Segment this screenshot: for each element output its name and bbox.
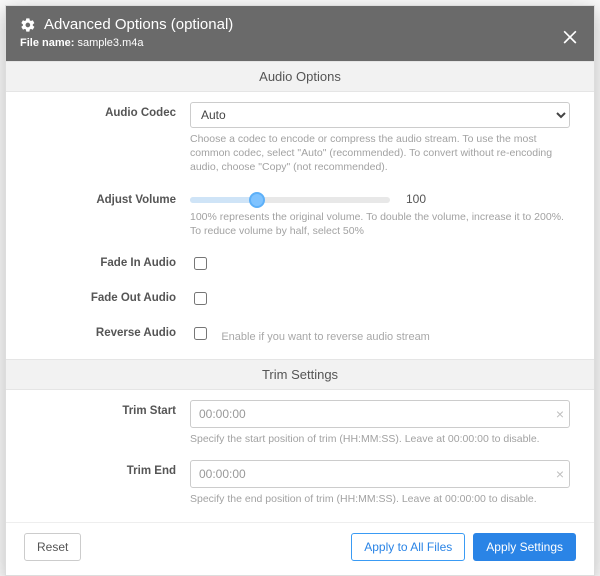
trim-start-input[interactable] (190, 400, 570, 428)
dialog-header: Advanced Options (optional) File name: s… (6, 6, 594, 61)
trim-end-input[interactable] (190, 460, 570, 488)
filename-label: File name: (20, 37, 74, 49)
trim-start-label: Trim Start (30, 400, 190, 446)
fade-in-label: Fade In Audio (30, 252, 190, 273)
audio-codec-label: Audio Codec (30, 102, 190, 175)
close-icon[interactable] (560, 26, 580, 46)
fade-out-label: Fade Out Audio (30, 287, 190, 308)
trim-settings-section: Trim Start × Specify the start position … (6, 390, 594, 522)
trim-start-help: Specify the start position of trim (HH:M… (190, 432, 570, 446)
gear-icon (20, 17, 36, 33)
reverse-audio-help: Enable if you want to reverse audio stre… (221, 331, 430, 343)
reverse-audio-label: Reverse Audio (30, 322, 190, 343)
trim-end-label: Trim End (30, 460, 190, 506)
advanced-options-dialog: Advanced Options (optional) File name: s… (5, 5, 595, 576)
reset-button[interactable]: Reset (24, 533, 81, 561)
audio-options-title: Audio Options (6, 61, 594, 92)
volume-help: 100% represents the original volume. To … (190, 210, 570, 238)
fade-in-checkbox[interactable] (194, 257, 207, 270)
apply-settings-button[interactable]: Apply Settings (473, 533, 576, 561)
fade-out-checkbox[interactable] (194, 292, 207, 305)
reverse-audio-checkbox[interactable] (194, 327, 207, 340)
trim-settings-title: Trim Settings (6, 359, 594, 390)
volume-slider[interactable] (190, 197, 390, 203)
audio-options-section: Audio Codec Auto Choose a codec to encod… (6, 92, 594, 359)
audio-codec-select[interactable]: Auto (190, 102, 570, 128)
clear-icon[interactable]: × (556, 466, 564, 482)
adjust-volume-label: Adjust Volume (30, 189, 190, 238)
dialog-footer: Reset Apply to All Files Apply Settings (6, 522, 594, 575)
filename-value: sample3.m4a (77, 37, 143, 49)
volume-value: 100 (406, 192, 426, 206)
apply-all-button[interactable]: Apply to All Files (351, 533, 465, 561)
trim-end-help: Specify the end position of trim (HH:MM:… (190, 492, 570, 506)
audio-codec-help: Choose a codec to encode or compress the… (190, 132, 570, 175)
dialog-title: Advanced Options (optional) (44, 16, 233, 33)
clear-icon[interactable]: × (556, 406, 564, 422)
